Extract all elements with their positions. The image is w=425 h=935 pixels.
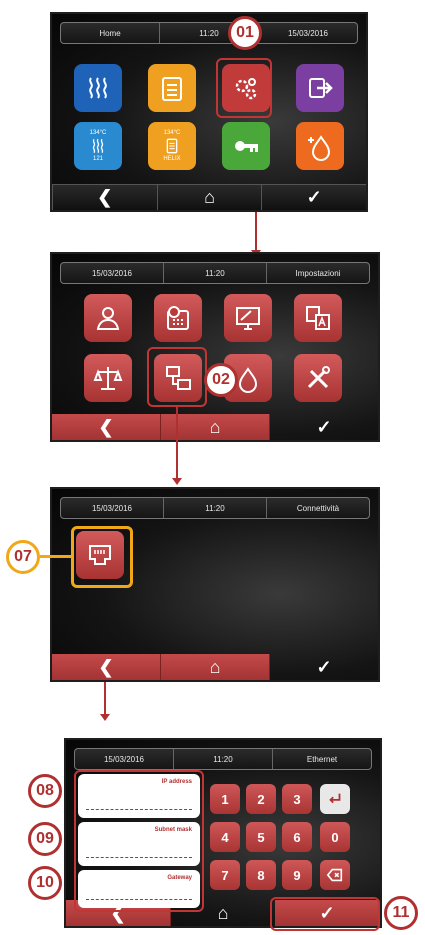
key-0[interactable]: 0 (320, 822, 350, 852)
backspace-key[interactable] (320, 860, 350, 890)
date-display: 15/03/2016 (61, 263, 164, 283)
screen-title: Impostazioni (295, 268, 341, 278)
home-screen: Home 11:20 15/03/2016 134°C 121 134°C HE… (50, 12, 368, 212)
date-display: 15/03/2016 (61, 498, 164, 518)
settings-screen: 15/03/2016 11:20 Impostazioni ❮ ⌂ ✓ (50, 252, 380, 442)
program-134-tile[interactable]: 134°C 121 (74, 122, 122, 170)
user-tile[interactable] (84, 294, 132, 342)
highlight-ethernet (71, 526, 133, 588)
user-icon (96, 307, 120, 330)
program-helix-icon (166, 138, 178, 154)
confirm-button[interactable]: ✓ (270, 654, 378, 680)
key-8[interactable]: 8 (246, 860, 276, 890)
key-tile[interactable] (222, 122, 270, 170)
clipboard-list-icon (162, 77, 182, 101)
key-1[interactable]: 1 (210, 784, 240, 814)
status-bar: 15/03/2016 11:20 Ethernet (74, 748, 372, 770)
home-button[interactable]: ⌂ (156, 184, 262, 210)
arrow-line (176, 407, 178, 481)
back-button[interactable]: ❮ (52, 184, 157, 210)
exit-icon (309, 78, 333, 98)
tools-icon (307, 366, 330, 389)
time-display: 11:20 (164, 263, 267, 283)
water-tile[interactable] (296, 122, 344, 170)
key-6[interactable]: 6 (282, 822, 312, 852)
status-bar: 15/03/2016 11:20 Connettività (60, 497, 370, 519)
highlight-settings (216, 58, 272, 118)
callout-07: 07 (6, 540, 40, 574)
arrow-line (255, 212, 257, 254)
nav-bar: ❮ ⌂ ✓ (52, 654, 378, 680)
arrow-head (100, 714, 110, 721)
arrow-line (104, 682, 106, 718)
key-4[interactable]: 4 (210, 822, 240, 852)
callout-11: 11 (384, 896, 418, 930)
screen-title: Home (61, 23, 160, 43)
callout-02: 02 (204, 363, 238, 397)
time-display: 11:20 (174, 749, 273, 769)
monitor-icon (236, 307, 260, 330)
arrow-head (172, 478, 182, 485)
callout-connector (40, 555, 72, 558)
date-display: 15/03/2016 (75, 749, 174, 769)
key-7[interactable]: 7 (210, 860, 240, 890)
confirm-button[interactable]: ✓ (270, 414, 378, 440)
program-134-icon (92, 138, 104, 154)
back-button[interactable]: ❮ (52, 414, 161, 440)
status-bar: Home 11:20 15/03/2016 (60, 22, 358, 44)
cycle-list-tile[interactable] (148, 64, 196, 112)
program-label: HELIX (163, 156, 181, 162)
callout-09: 09 (28, 822, 62, 856)
enter-key[interactable] (320, 784, 350, 814)
callout-10: 10 (28, 866, 62, 900)
tools-tile[interactable] (294, 354, 342, 402)
calendar-tile[interactable] (154, 294, 202, 342)
nav-bar: ❮ ⌂ ✓ (52, 184, 366, 210)
calendar-clock-icon (167, 306, 189, 330)
enter-icon (329, 793, 341, 804)
language-icon (306, 306, 330, 330)
heating-tile[interactable] (74, 64, 122, 112)
highlight-fields (74, 770, 204, 912)
callout-01: 01 (228, 16, 262, 50)
screen-title: Connettività (296, 503, 340, 513)
back-button[interactable]: ❮ (52, 654, 161, 680)
heat-waves-icon (89, 77, 107, 99)
backspace-icon (326, 868, 343, 882)
time-display: 11:20 (164, 498, 267, 518)
date-display: 15/03/2016 (287, 28, 329, 38)
confirm-button[interactable]: ✓ (261, 184, 366, 210)
highlight-confirm (270, 897, 380, 931)
program-helix-tile[interactable]: 134°C HELIX (148, 122, 196, 170)
program-label: 121 (92, 156, 103, 162)
water-drop-icon (308, 135, 331, 161)
key-9[interactable]: 9 (282, 860, 312, 890)
nav-bar: ❮ ⌂ ✓ (52, 414, 378, 440)
key-5[interactable]: 5 (246, 822, 276, 852)
home-button[interactable]: ⌂ (161, 654, 270, 680)
key-2[interactable]: 2 (246, 784, 276, 814)
screen-title: Ethernet (306, 754, 338, 764)
balance-tile[interactable] (84, 354, 132, 402)
scale-icon (93, 367, 123, 390)
exit-tile[interactable] (296, 64, 344, 112)
key-3[interactable]: 3 (282, 784, 312, 814)
callout-08: 08 (28, 774, 62, 808)
language-tile[interactable] (294, 294, 342, 342)
highlight-connectivity (147, 347, 207, 407)
status-bar: 15/03/2016 11:20 Impostazioni (60, 262, 370, 284)
display-tile[interactable] (224, 294, 272, 342)
key-icon (235, 141, 258, 152)
